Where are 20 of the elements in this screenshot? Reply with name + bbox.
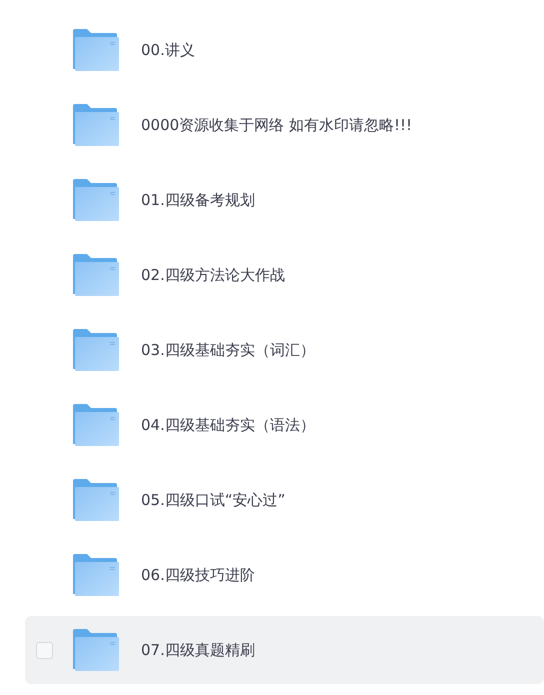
folder-name[interactable]: 01.四级备考规划: [141, 188, 255, 212]
folder-icon: [73, 554, 119, 596]
folder-icon: [73, 479, 119, 521]
folder-icon: [73, 29, 119, 71]
folder-name[interactable]: 02.四级方法论大作战: [141, 264, 285, 286]
folder-icon: [73, 404, 119, 446]
folder-name[interactable]: 06.四级技巧进阶: [141, 564, 255, 586]
folder-name[interactable]: 00.讲义: [141, 38, 195, 62]
folder-name[interactable]: 07.四级真题精刷: [141, 638, 255, 662]
folder-name[interactable]: 03.四级基础夯实（词汇）: [141, 338, 315, 362]
folder-icon: [73, 629, 119, 671]
folder-name[interactable]: 04.四级基础夯实（语法）: [141, 414, 315, 436]
folder-name[interactable]: 0000资源收集于网络 如有水印请忽略!!!: [141, 114, 412, 136]
folder-icon: [73, 329, 119, 371]
folder-icon: [73, 179, 119, 221]
folder-icon: [73, 254, 119, 296]
checkbox[interactable]: [36, 642, 53, 658]
folder-icon: [73, 104, 119, 146]
folder-name[interactable]: 05.四级口试“安心过”: [141, 488, 286, 512]
file-row[interactable]: 07.四级真题精刷: [25, 616, 544, 684]
